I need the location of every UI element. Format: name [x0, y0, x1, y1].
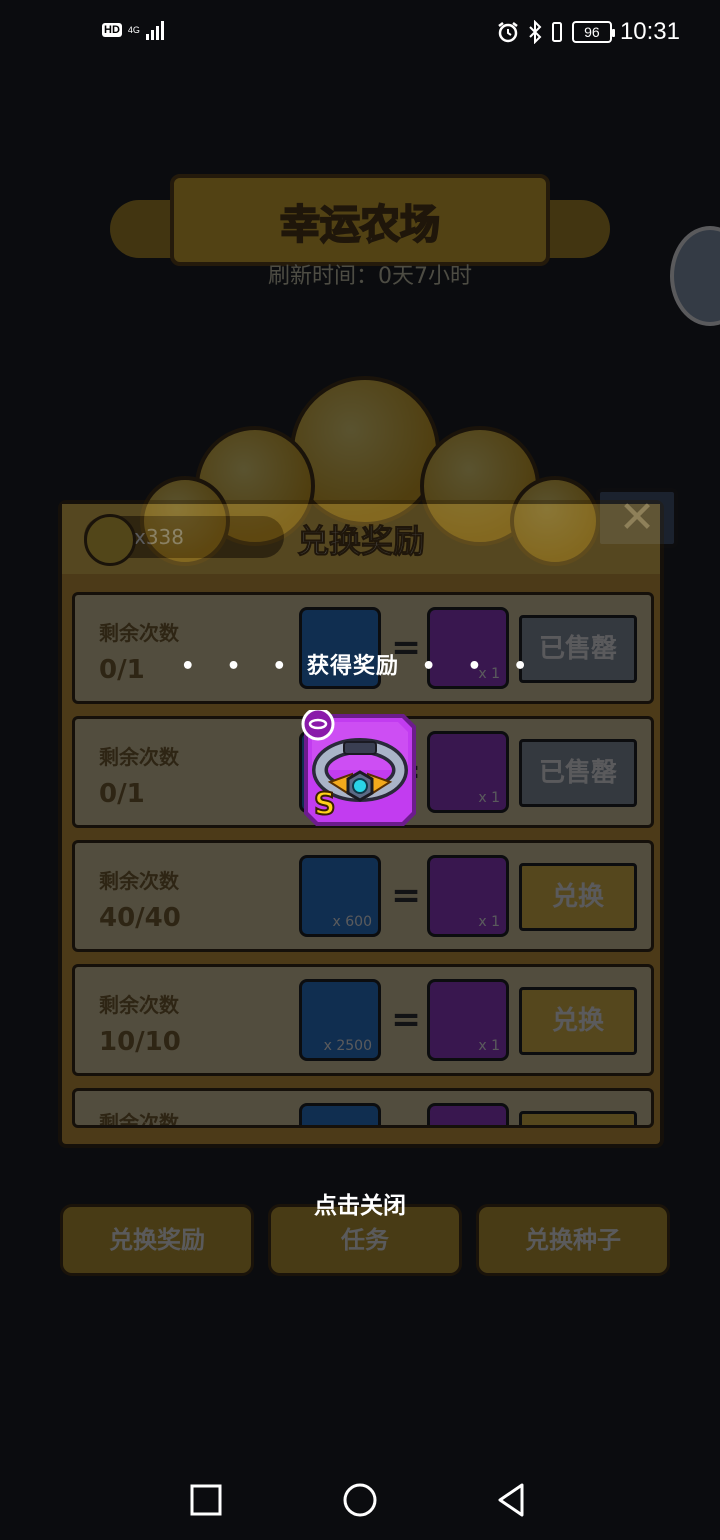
bluetooth-icon: [529, 20, 542, 44]
remaining-label: 剩余次数: [99, 869, 179, 893]
exchange-row: 剩余次数: [72, 1088, 654, 1128]
equals-sign: =: [391, 875, 422, 916]
banner-title: 幸运农场: [279, 201, 441, 249]
panel-title: 兑换奖励: [296, 522, 425, 561]
reward-mystery-box-icon: x 1: [427, 731, 509, 813]
equals-sign: =: [391, 999, 422, 1040]
cost-coin-icon: x 2500: [299, 979, 381, 1061]
item-grade-label: S: [314, 787, 336, 822]
exchange-row: 剩余次数 40/40 x 600 = x 1 兑换: [72, 840, 654, 952]
banner: 幸运农场: [110, 174, 610, 266]
decor-dots-right: • • •: [421, 654, 540, 679]
battery-indicator: 96: [571, 21, 615, 43]
sold-out-button[interactable]: 已售罄: [519, 739, 637, 807]
exchange-button[interactable]: [519, 1111, 637, 1125]
reward-chest-icon: x 1: [427, 979, 509, 1061]
exchange-row: 剩余次数 10/10 x 2500 = x 1 兑换: [72, 964, 654, 1076]
remaining-count: 10/10: [99, 1027, 181, 1057]
status-left: HD 4G: [102, 20, 164, 40]
circle-icon[interactable]: [340, 1480, 380, 1520]
alarm-icon: [498, 22, 518, 43]
navigation-bar: [0, 1460, 720, 1540]
tap-to-close-button[interactable]: 点击关闭: [0, 1186, 720, 1220]
reward-chest-icon: [427, 1103, 509, 1125]
exchange-button[interactable]: 兑换: [519, 987, 637, 1055]
remaining-count: 40/40: [99, 903, 181, 933]
signal-icon: [145, 20, 164, 40]
decor-dots-left: • • •: [180, 654, 299, 679]
remaining-label: 剩余次数: [99, 621, 179, 645]
remaining-label: 剩余次数: [99, 993, 179, 1017]
refresh-timer: 刷新时间：0天7小时: [268, 264, 472, 289]
clock: 10:31: [619, 18, 680, 45]
vibrate-icon: [551, 22, 562, 42]
reward-header: • • • 获得奖励 • • •: [0, 648, 720, 680]
reward-puzzle-icon: x 1: [427, 855, 509, 937]
reward-item-card[interactable]: S: [300, 707, 420, 830]
side-avatar[interactable]: [670, 226, 720, 326]
remaining-count: 0/1: [99, 779, 145, 809]
cost-coin-icon: x 600: [299, 855, 381, 937]
remaining-label: 剩余次数: [99, 745, 179, 769]
cost-coin-icon: [299, 1103, 381, 1125]
hd-badge: HD: [102, 23, 122, 37]
panel-header: x338 兑换奖励: [62, 504, 660, 574]
status-bar: HD 4G 96 10:31: [0, 0, 720, 66]
square-icon[interactable]: [186, 1480, 226, 1520]
reward-title: 获得奖励: [306, 654, 399, 679]
s-rank-collar-icon: S: [301, 707, 416, 826]
status-right: 96 10:31: [496, 18, 680, 46]
network-type: 4G: [127, 24, 140, 35]
remaining-label: 剩余次数: [99, 1111, 179, 1128]
exchange-button[interactable]: 兑换: [519, 863, 637, 931]
screen: { "status_bar": { "hd": "HD", "network":…: [0, 0, 720, 1540]
triangle-back-icon[interactable]: [492, 1480, 532, 1520]
